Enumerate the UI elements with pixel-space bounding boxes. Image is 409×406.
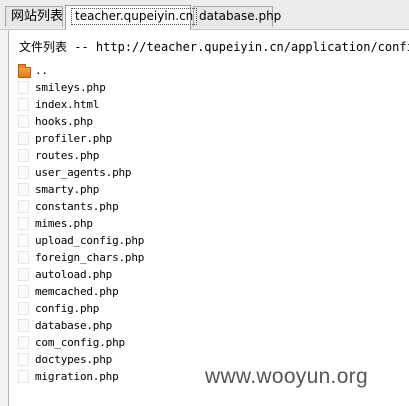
file-list: .. smileys.php index.html hooks.php profiler… bbox=[18, 62, 144, 385]
parent-folder-item[interactable]: .. bbox=[18, 62, 144, 79]
file-icon bbox=[18, 285, 29, 298]
file-name: mimes.php bbox=[35, 217, 93, 230]
file-name: config.php bbox=[35, 302, 100, 315]
file-name: .. bbox=[35, 64, 48, 77]
path-header: 文件列表 -- http://teacher.qupeiyin.cn/appli… bbox=[19, 38, 409, 55]
file-item[interactable]: migration.php bbox=[18, 368, 144, 385]
file-item[interactable]: smarty.php bbox=[18, 181, 144, 198]
file-icon bbox=[18, 132, 29, 145]
tab-database-php[interactable]: database.php bbox=[193, 6, 281, 27]
file-item[interactable]: config.php bbox=[18, 300, 144, 317]
file-name: memcached.php bbox=[35, 285, 119, 298]
file-item[interactable]: foreign_chars.php bbox=[18, 249, 144, 266]
file-icon bbox=[18, 302, 29, 315]
file-item[interactable]: user_agents.php bbox=[18, 164, 144, 181]
file-icon bbox=[18, 251, 29, 264]
file-item[interactable]: profiler.php bbox=[18, 130, 144, 147]
file-icon bbox=[18, 319, 29, 332]
file-item[interactable]: index.html bbox=[18, 96, 144, 113]
watermark: www.wooyun.org bbox=[205, 365, 368, 388]
current-path: http://teacher.qupeiyin.cn/application/c… bbox=[95, 40, 409, 54]
file-icon bbox=[18, 217, 29, 230]
tab-label: database.php bbox=[199, 9, 282, 23]
file-name: user_agents.php bbox=[35, 166, 132, 179]
file-icon bbox=[18, 183, 29, 196]
file-icon bbox=[18, 166, 29, 179]
tab-site-list[interactable]: 网站列表 bbox=[5, 6, 63, 27]
file-icon bbox=[18, 81, 29, 94]
file-name: index.html bbox=[35, 98, 100, 111]
file-list-panel: 文件列表 -- http://teacher.qupeiyin.cn/appli… bbox=[8, 30, 409, 406]
file-item[interactable]: memcached.php bbox=[18, 283, 144, 300]
tab-label: 网站列表 bbox=[11, 9, 64, 24]
tab-bar: 网站列表 teacher.qupeiyin.cn database.php bbox=[0, 0, 409, 30]
file-item[interactable]: routes.php bbox=[18, 147, 144, 164]
file-name: foreign_chars.php bbox=[35, 251, 145, 264]
file-name: profiler.php bbox=[35, 132, 113, 145]
file-name: hooks.php bbox=[35, 115, 93, 128]
file-item[interactable]: constants.php bbox=[18, 198, 144, 215]
path-label: 文件列表 bbox=[19, 40, 68, 54]
file-name: smarty.php bbox=[35, 183, 100, 196]
file-name: smileys.php bbox=[35, 81, 106, 94]
file-item[interactable]: doctypes.php bbox=[18, 351, 144, 368]
file-item[interactable]: com_config.php bbox=[18, 334, 144, 351]
file-icon bbox=[18, 149, 29, 162]
file-name: doctypes.php bbox=[35, 353, 113, 366]
file-item[interactable]: upload_config.php bbox=[18, 232, 144, 249]
file-name: database.php bbox=[35, 319, 113, 332]
file-item[interactable]: smileys.php bbox=[18, 79, 144, 96]
file-item[interactable]: autoload.php bbox=[18, 266, 144, 283]
file-icon bbox=[18, 115, 29, 128]
tab-label: teacher.qupeiyin.cn bbox=[71, 8, 198, 25]
file-name: com_config.php bbox=[35, 336, 125, 349]
file-item[interactable]: hooks.php bbox=[18, 113, 144, 130]
file-name: constants.php bbox=[35, 200, 119, 213]
file-icon bbox=[18, 200, 29, 213]
file-icon bbox=[18, 98, 29, 111]
file-name: migration.php bbox=[35, 370, 119, 383]
file-name: autoload.php bbox=[35, 268, 113, 281]
file-icon bbox=[18, 268, 29, 281]
file-item[interactable]: mimes.php bbox=[18, 215, 144, 232]
file-icon bbox=[18, 370, 29, 383]
file-icon bbox=[18, 336, 29, 349]
file-icon bbox=[18, 234, 29, 247]
file-name: routes.php bbox=[35, 149, 100, 162]
path-separator: -- bbox=[67, 40, 96, 54]
tab-teacher-qupeiyin[interactable]: teacher.qupeiyin.cn bbox=[65, 5, 198, 30]
file-icon bbox=[18, 353, 29, 366]
file-name: upload_config.php bbox=[35, 234, 145, 247]
file-item[interactable]: database.php bbox=[18, 317, 144, 334]
folder-up-icon bbox=[18, 63, 31, 78]
